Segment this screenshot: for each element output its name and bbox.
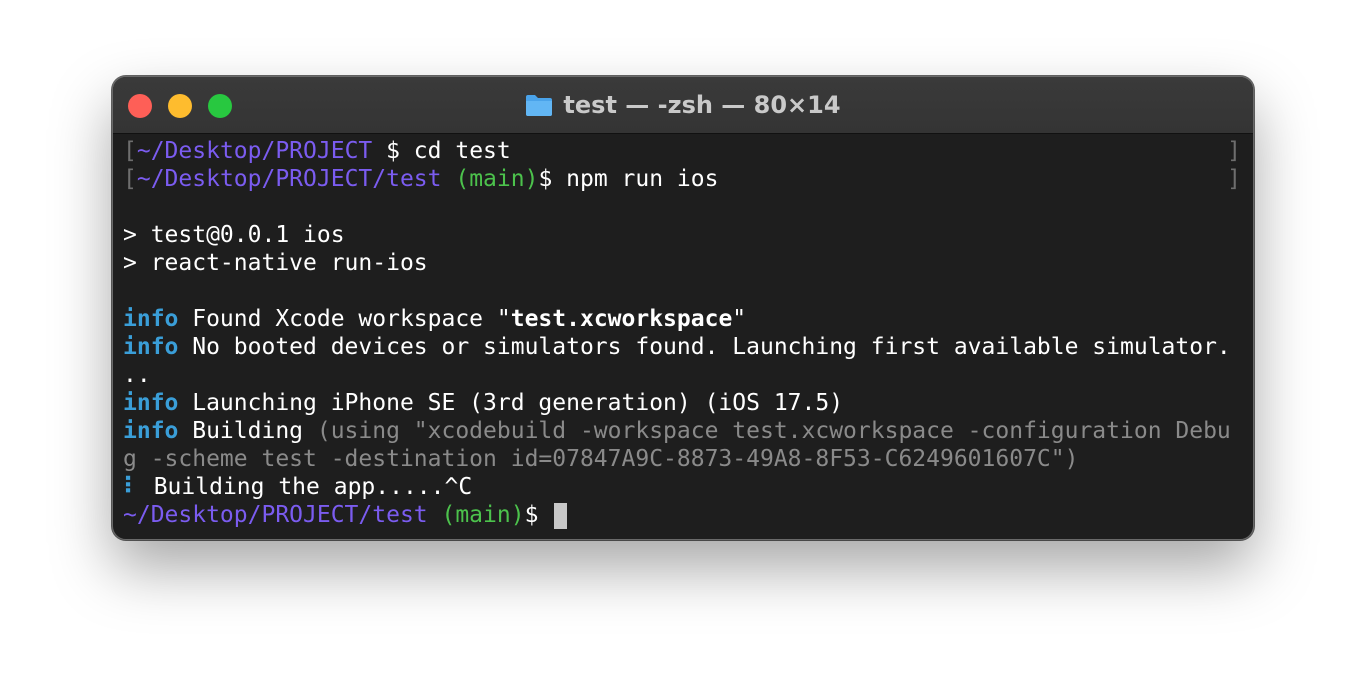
terminal-window: test — -zsh — 80×14 [~/Desktop/PROJECT $…: [112, 76, 1254, 540]
git-branch: (main): [427, 502, 525, 528]
terminal-line: > test@0.0.1 ios: [123, 222, 345, 248]
terminal-line: info Launching iPhone SE (3rd generation…: [123, 390, 844, 416]
terminal-line: g -scheme test -destination id=07847A9C-…: [123, 446, 1079, 472]
command-text: $ cd test: [372, 138, 511, 164]
prompt-path: ~/Desktop/PROJECT/test: [123, 502, 428, 528]
title-bar[interactable]: test — -zsh — 80×14: [113, 77, 1253, 134]
terminal-line: info No booted devices or simulators fou…: [123, 334, 1231, 360]
folder-icon: [526, 95, 553, 116]
terminal-prompt-line[interactable]: ~/Desktop/PROJECT/test (main)$: [123, 501, 1253, 529]
window-title: test — -zsh — 80×14: [563, 91, 841, 119]
git-branch: (main): [441, 166, 539, 192]
command-text: $: [524, 502, 553, 528]
prompt-path: ~/Desktop/PROJECT/test: [136, 166, 442, 192]
info-tag: info: [123, 306, 179, 332]
text-cursor: [554, 502, 568, 529]
terminal-line: ..: [123, 362, 151, 388]
info-tag: info: [123, 418, 179, 444]
info-tag: info: [123, 390, 179, 416]
terminal-line: > react-native run-ios: [123, 250, 428, 276]
terminal-line: info Found Xcode workspace "test.xcworks…: [123, 306, 747, 332]
terminal-line: [~/Desktop/PROJECT/test (main)$ npm run …: [123, 166, 1241, 192]
prompt-path: ~/Desktop/PROJECT: [136, 138, 373, 164]
terminal-line: [~/Desktop/PROJECT $ cd test]: [123, 138, 1241, 164]
terminal-output[interactable]: [~/Desktop/PROJECT $ cd test] [~/Desktop…: [123, 137, 1253, 539]
terminal-line: ⠇ Building the app.....^C: [123, 474, 473, 500]
command-text: $ npm run ios: [538, 166, 719, 192]
spinner-icon: ⠇: [123, 474, 140, 500]
info-tag: info: [123, 334, 179, 360]
terminal-line: info Building (using "xcodebuild -worksp…: [123, 418, 1231, 444]
window-title-container: test — -zsh — 80×14: [113, 89, 1253, 121]
